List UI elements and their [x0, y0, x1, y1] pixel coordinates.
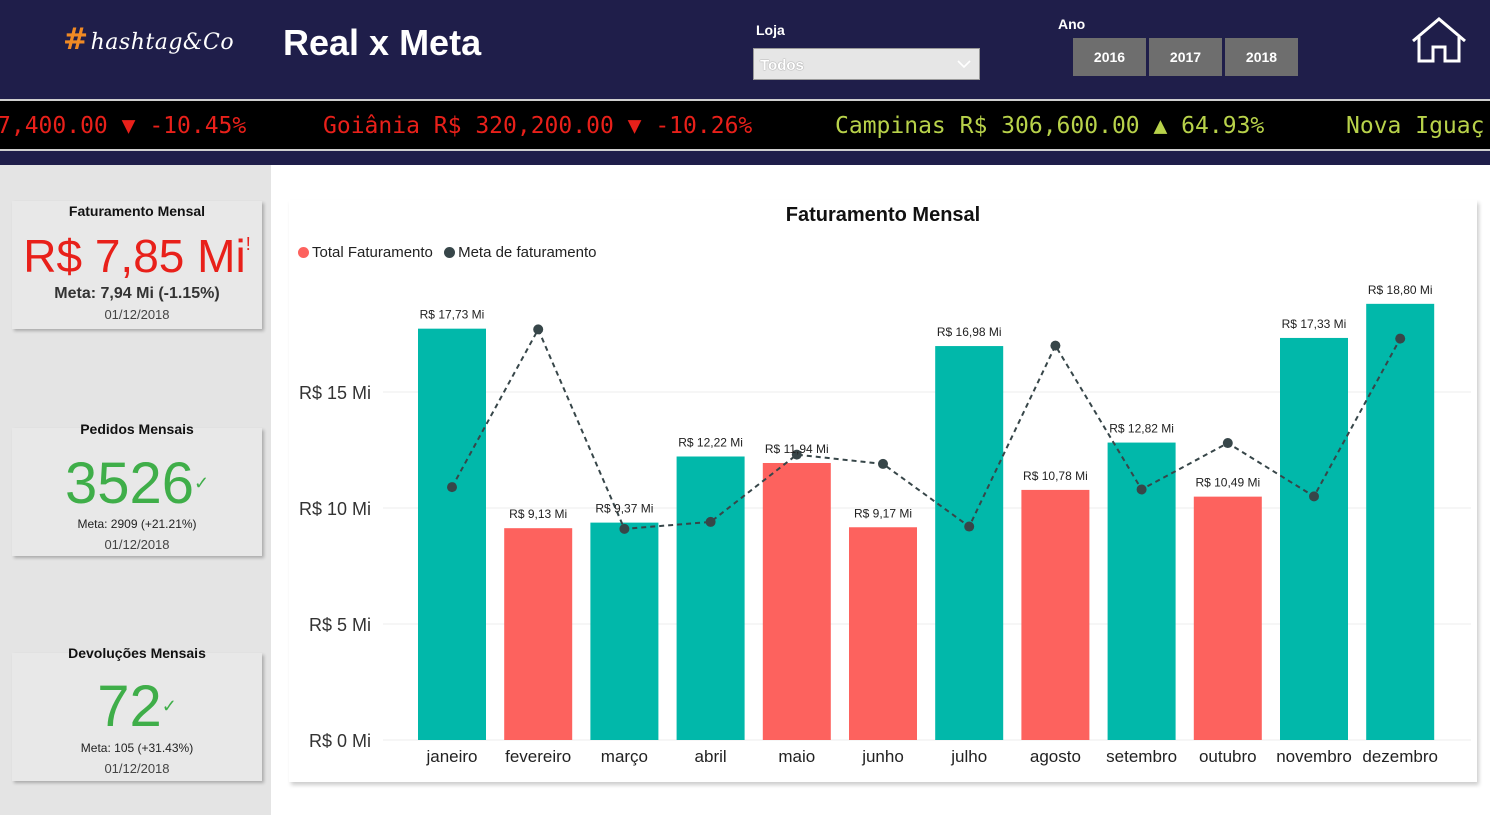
kpi-card-pedidos: Pedidos Mensais 3526✓ Meta: 2909 (+21.21… [12, 421, 262, 556]
bar [935, 346, 1004, 740]
meta-point [1222, 438, 1233, 449]
bar [1193, 496, 1262, 740]
kpi-meta: Meta: 7,94 Mi (-1.15%) [54, 285, 220, 302]
x-tick-label: fevereiro [505, 747, 571, 766]
kpi-value: 72 [97, 674, 162, 739]
page-title: Real x Meta [283, 22, 482, 63]
kpi-meta: Meta: 105 (+31.43%) [80, 741, 194, 755]
data-label: R$ 12,22 Mi [678, 435, 743, 449]
year-button-2016[interactable]: 2016 [1073, 38, 1146, 76]
bar [590, 522, 659, 740]
meta-point [964, 521, 975, 532]
meta-point [1050, 340, 1061, 351]
kpi-title: Faturamento Mensal [68, 203, 206, 219]
data-label: R$ 11,94 Mi [765, 442, 829, 456]
alert-icon: ! [245, 234, 251, 254]
ano-label: Ano [1058, 16, 1086, 32]
data-label: R$ 10,49 Mi [1195, 476, 1260, 490]
x-tick-label: junho [861, 747, 904, 766]
kpi-value-wrap: 72✓ [12, 673, 262, 740]
x-tick-label: dezembro [1362, 747, 1438, 766]
bar [1366, 303, 1435, 740]
bar [1280, 337, 1348, 740]
x-tick-label: março [601, 747, 648, 766]
kpi-value: 3526 [64, 451, 194, 516]
data-label: R$ 9,37 Mi [595, 502, 653, 516]
meta-point [1136, 484, 1147, 495]
check-icon: ✓ [193, 473, 210, 493]
kpi-date: 01/12/2018 [104, 537, 170, 552]
x-tick-label: janeiro [425, 747, 477, 766]
ticker-item: Goiânia R$ 320,200.00 ▼ -10.26% [323, 113, 753, 139]
logo-hash: # [63, 22, 89, 57]
kpi-title: Pedidos Mensais [80, 421, 194, 437]
kpi-date: 01/12/2018 [104, 761, 170, 776]
meta-point [705, 516, 716, 527]
logo-text: hashtag&Co [90, 30, 235, 55]
y-tick-label: R$ 5 Mi [309, 615, 371, 635]
kpi-value: R$ 7,85 Mi [23, 230, 246, 282]
kpi-card-devolucoes: Devoluções Mensais 72✓ Meta: 105 (+31.43… [12, 645, 262, 781]
loja-label: Loja [756, 22, 785, 38]
ticker-item: Nova Iguaç [1346, 113, 1485, 139]
kpi-value-wrap: 3526✓ [12, 450, 262, 517]
year-button-2018[interactable]: 2018 [1225, 38, 1298, 76]
meta-point [533, 324, 544, 335]
x-tick-label: julho [950, 747, 987, 766]
bar [676, 456, 745, 740]
kpi-card-faturamento: Faturamento Mensal R$ 7,85 Mi! Meta: 7,9… [12, 201, 262, 329]
kpi-value-wrap: R$ 7,85 Mi! [12, 229, 262, 283]
check-icon: ✓ [161, 696, 177, 716]
bar [849, 527, 917, 740]
ticker-item: 7,400.00 ▼ -10.45% [0, 113, 247, 139]
chart-plot: R$ 0 Mi R$ 5 Mi R$ 10 Mi R$ 15 Mi R$ 17,73 M… [299, 283, 1471, 766]
x-tick-label: maio [778, 747, 815, 766]
data-label: R$ 17,33 Mi [1282, 317, 1347, 331]
bar [1021, 489, 1090, 740]
ticker-strip: 7,400.00 ▼ -10.45% Goiânia R$ 320,200.00… [0, 99, 1490, 151]
kpi-meta: Meta: 2909 (+21.21%) [77, 517, 197, 531]
chart-faturamento-mensal: Faturamento Mensal Total Faturamento Met… [289, 200, 1477, 782]
y-tick-label: R$ 0 Mi [309, 731, 371, 751]
home-icon[interactable] [1409, 15, 1469, 65]
kpi-sidebar: Faturamento Mensal R$ 7,85 Mi! Meta: 7,9… [0, 165, 271, 815]
bar [504, 528, 573, 740]
bar [762, 462, 831, 740]
loja-selected-value: Todos [760, 57, 804, 74]
meta-point [619, 523, 630, 534]
y-tick-label: R$ 15 Mi [299, 383, 371, 403]
data-label: R$ 10,78 Mi [1023, 469, 1088, 483]
data-label: R$ 16,98 Mi [937, 325, 1002, 339]
brand-logo: #hashtag&Co [63, 22, 234, 57]
data-label: R$ 12,82 Mi [1109, 422, 1174, 436]
x-tick-label: novembro [1276, 747, 1352, 766]
header-bar: #hashtag&Co Real x Meta Loja Todos Ano 2… [0, 0, 1490, 95]
x-tick-label: abril [695, 747, 727, 766]
ticker-item: Campinas R$ 306,600.00 ▲ 64.93% [835, 113, 1265, 139]
meta-point [447, 482, 457, 493]
data-label: R$ 9,13 Mi [509, 507, 567, 521]
meta-point [1309, 491, 1319, 502]
meta-point [878, 458, 888, 469]
kpi-title: Devoluções Mensais [68, 645, 206, 661]
chevron-down-icon [957, 60, 971, 69]
x-tick-label: agosto [1030, 747, 1081, 766]
x-tick-label: outubro [1199, 747, 1257, 766]
year-button-2017[interactable]: 2017 [1149, 38, 1222, 76]
kpi-date: 01/12/2018 [104, 307, 170, 322]
ticker-container: 7,400.00 ▼ -10.45% Goiânia R$ 320,200.00… [0, 95, 1490, 165]
data-label: R$ 18,80 Mi [1368, 283, 1433, 297]
loja-dropdown[interactable]: Todos [753, 48, 980, 80]
data-label: R$ 17,73 Mi [420, 308, 485, 322]
y-tick-label: R$ 10 Mi [299, 499, 371, 519]
bar [418, 328, 486, 740]
data-label: R$ 9,17 Mi [854, 506, 912, 520]
x-tick-label: setembro [1106, 747, 1177, 766]
meta-point [1395, 333, 1406, 344]
